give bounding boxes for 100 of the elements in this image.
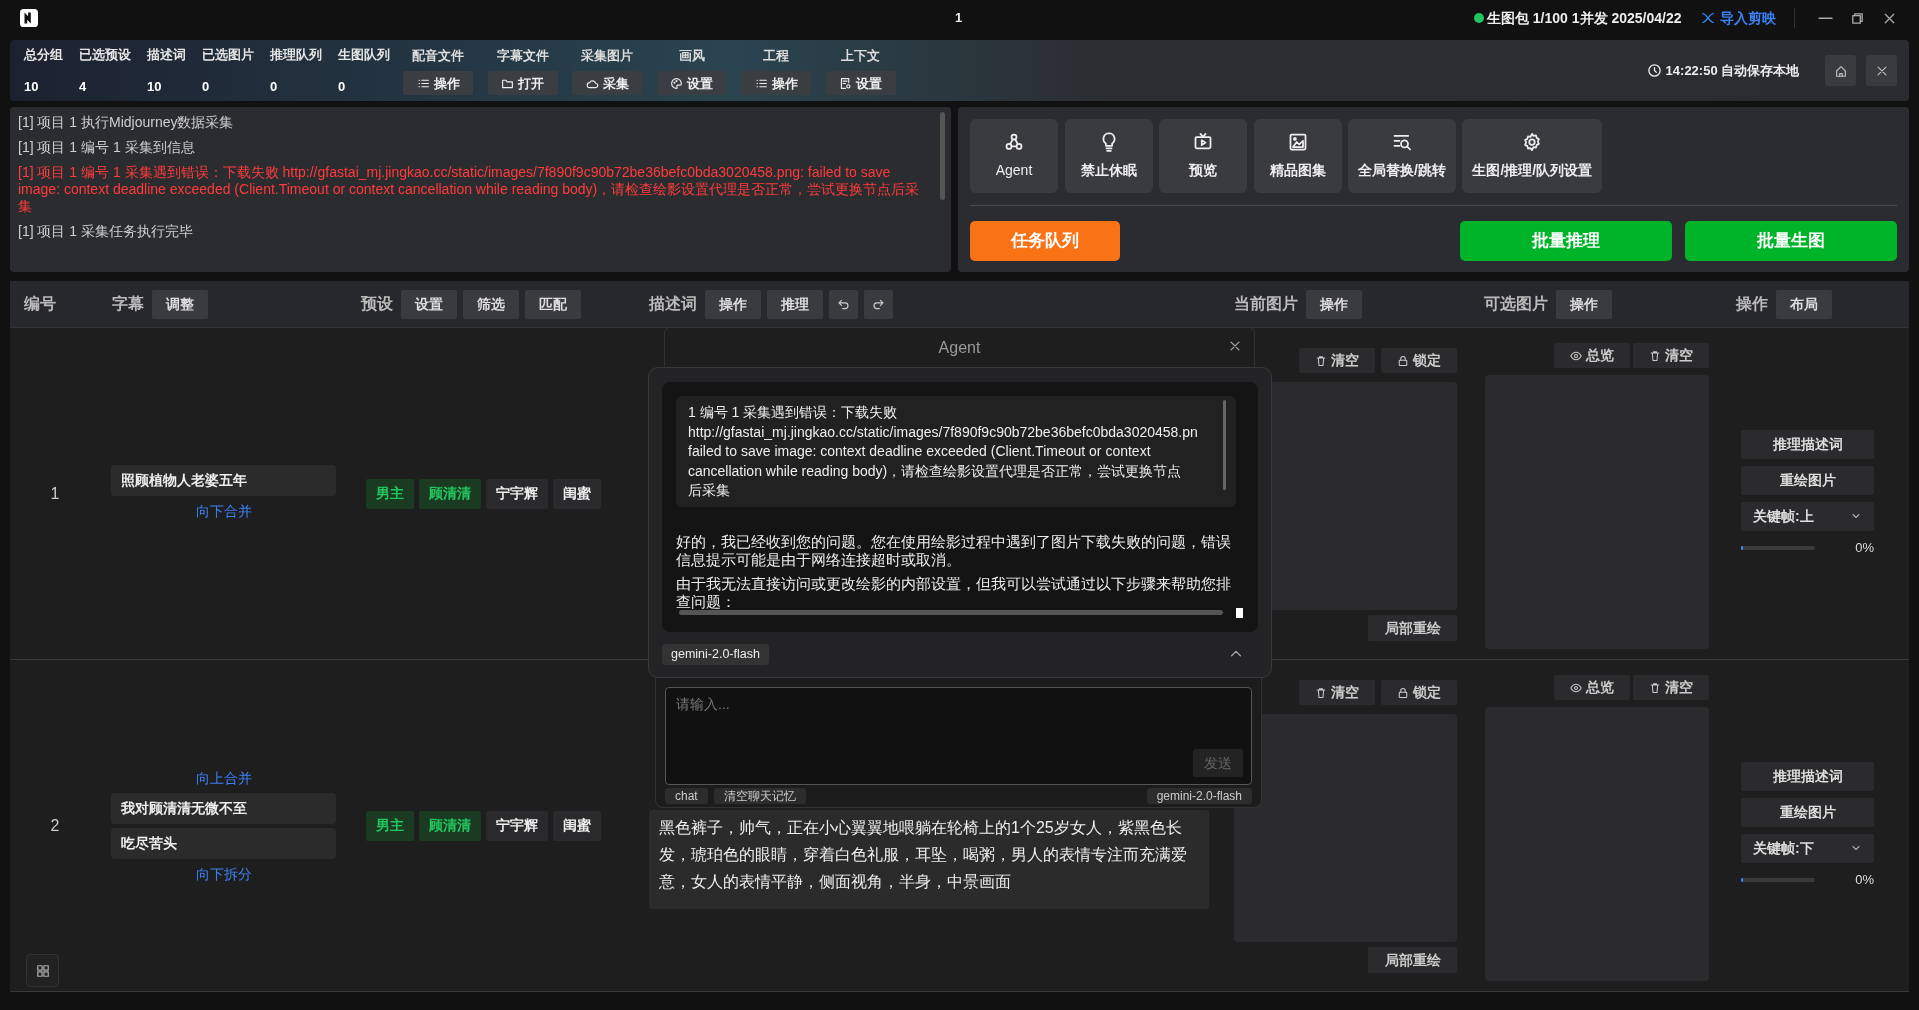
header-button[interactable]: 筛选 bbox=[463, 289, 519, 319]
group-button[interactable]: 操作 bbox=[403, 71, 474, 96]
close-icon bbox=[1228, 339, 1242, 353]
image-button[interactable]: 总览 bbox=[1553, 675, 1630, 700]
app-logo-icon bbox=[20, 9, 38, 27]
stat-value: 0 bbox=[270, 78, 279, 96]
row-number: 1 bbox=[50, 483, 60, 504]
group-label: 工程 bbox=[763, 46, 790, 65]
tool-button[interactable]: 精品图集 bbox=[1253, 119, 1342, 193]
header-button[interactable]: 操作 bbox=[1556, 289, 1612, 319]
subtitle-field[interactable]: 照顾植物人老婆五年 bbox=[111, 465, 336, 496]
image-button[interactable]: 清空 bbox=[1298, 680, 1375, 705]
preset-tag[interactable]: 闺蜜 bbox=[553, 810, 601, 841]
keyframe-dropdown[interactable]: 关键帧:上 bbox=[1741, 501, 1874, 531]
message-line: failed to save image: context deadline exceeded (Client.Timeout or context bbox=[688, 442, 1152, 461]
preset-tag[interactable]: 宁宇辉 bbox=[486, 810, 548, 841]
chat-tag[interactable]: chat bbox=[665, 788, 708, 804]
trash-icon bbox=[1649, 681, 1661, 694]
group-label: 字幕文件 bbox=[496, 46, 549, 65]
lock-icon bbox=[1397, 686, 1409, 699]
action-button[interactable]: 重绘图片 bbox=[1741, 465, 1874, 495]
message-line: http://gfastai_mj.jingkao.cc/static/images/7f890f9c90b72be36befc0bda3020458.pn bbox=[688, 422, 1199, 442]
tool-button[interactable]: Agent bbox=[970, 119, 1058, 193]
close-button[interactable] bbox=[1228, 339, 1242, 353]
trash-icon bbox=[1314, 686, 1327, 699]
subtitle-field[interactable]: 我对顾清清无微不至 bbox=[111, 792, 336, 824]
group-label: 采集图片 bbox=[581, 46, 634, 65]
grid-button[interactable] bbox=[26, 954, 59, 987]
header-button[interactable]: 调整 bbox=[152, 289, 208, 319]
keyframe-dropdown[interactable]: 关键帧:下 bbox=[1741, 833, 1874, 863]
tool-button[interactable]: 预览 bbox=[1159, 119, 1247, 193]
grid-icon bbox=[35, 963, 50, 978]
model-selector[interactable]: gemini-2.0-flash bbox=[662, 643, 769, 665]
image-button[interactable]: 清空 bbox=[1633, 675, 1709, 700]
reply-text: 由于我无法直接访问或更改绘影的内部设置，但我可以尝试通过以下步骤来帮助您排查问题： bbox=[676, 574, 1232, 612]
trash-icon bbox=[1649, 349, 1661, 362]
preset-tag[interactable]: 顾清清 bbox=[419, 478, 481, 509]
merge-link[interactable]: 向上合并 bbox=[111, 768, 336, 787]
image-button[interactable]: 锁定 bbox=[1381, 680, 1457, 705]
log-line: [1] 项目 1 编号 1 采集遇到错误：下载失败 http://gfastai_mj.jingkao.cc/static/images/7f890f9c90b72be36befc0bda3020458.png: failed to save image: context deadline exceeded (Client.Timeout or context cancellation while reading body)，请检查绘影设置代理是否正常，尝试更换节点后采集 bbox=[18, 164, 921, 215]
image-icon bbox=[1287, 131, 1308, 152]
palette-icon bbox=[670, 76, 684, 90]
subtitle-field[interactable]: 吃尽苦头 bbox=[111, 827, 336, 859]
header-button[interactable]: 操作 bbox=[1306, 289, 1362, 319]
header-button[interactable]: 匹配 bbox=[525, 289, 581, 319]
image-button[interactable]: 清空 bbox=[1633, 343, 1709, 368]
group-button[interactable]: 设置 bbox=[656, 71, 727, 96]
home-button[interactable] bbox=[1825, 55, 1857, 86]
undo-button[interactable] bbox=[829, 289, 858, 319]
tool-button[interactable]: 禁止休眠 bbox=[1064, 119, 1153, 193]
scrollbar[interactable] bbox=[940, 112, 945, 200]
import-link[interactable]: 导入剪映 bbox=[1701, 7, 1776, 29]
action-button[interactable]: 推理描述词 bbox=[1741, 429, 1874, 459]
group-label: 配音文件 bbox=[412, 46, 465, 65]
status-dot-icon bbox=[1473, 13, 1484, 23]
preset-tag[interactable]: 男主 bbox=[366, 478, 414, 509]
redo-button[interactable] bbox=[864, 289, 893, 319]
preset-tag[interactable]: 宁宇辉 bbox=[486, 478, 548, 509]
column-header: 描述词 bbox=[649, 294, 697, 314]
scrollbar[interactable] bbox=[1223, 400, 1226, 490]
redraw-button[interactable]: 局部重绘 bbox=[1368, 947, 1457, 973]
message-line: 1 编号 1 采集遇到错误：下载失败 bbox=[688, 403, 899, 422]
stat-label: 总分组 bbox=[24, 45, 63, 64]
merge-link[interactable]: 向下拆分 bbox=[111, 864, 336, 883]
group-button[interactable]: 操作 bbox=[741, 71, 812, 96]
scrollbar[interactable] bbox=[679, 610, 1223, 615]
home-icon bbox=[1833, 63, 1848, 78]
message-line: 后采集 bbox=[688, 481, 731, 500]
stat-value: 10 bbox=[147, 78, 163, 96]
chat-tag[interactable]: 清空聊天记忆 bbox=[714, 788, 807, 804]
log-line: [1] 项目 1 采集任务执行完毕 bbox=[18, 223, 195, 240]
column-header: 可选图片 bbox=[1484, 294, 1548, 314]
preset-tag[interactable]: 男主 bbox=[366, 810, 414, 841]
eye-icon bbox=[1569, 349, 1582, 362]
header-button[interactable]: 操作 bbox=[705, 289, 761, 319]
trash-icon bbox=[1314, 354, 1327, 367]
header-button[interactable]: 推理 bbox=[767, 289, 823, 319]
preset-tag[interactable]: 闺蜜 bbox=[553, 478, 601, 509]
action-button[interactable]: 推理描述词 bbox=[1741, 761, 1874, 791]
image-button[interactable]: 清空 bbox=[1298, 348, 1375, 373]
preset-tag[interactable]: 顾清清 bbox=[419, 810, 481, 841]
nodes-icon bbox=[1004, 131, 1024, 152]
header-button[interactable]: 布局 bbox=[1776, 289, 1832, 319]
image-button[interactable]: 总览 bbox=[1553, 343, 1630, 368]
tool-button[interactable]: 全局替换/跳转 bbox=[1348, 119, 1456, 193]
redraw-button[interactable]: 局部重绘 bbox=[1368, 615, 1457, 641]
group-label: 上下文 bbox=[841, 46, 881, 65]
scroll-handle[interactable] bbox=[1236, 608, 1243, 618]
group-button[interactable]: 打开 bbox=[487, 71, 558, 96]
group-button[interactable]: 设置 bbox=[825, 71, 896, 96]
group-label: 画风 bbox=[678, 46, 705, 65]
action-button[interactable]: 重绘图片 bbox=[1741, 797, 1874, 827]
tool-button[interactable]: 生图/推理/队列设置 bbox=[1462, 119, 1603, 193]
document-icon bbox=[839, 76, 853, 90]
group-button[interactable]: 采集 bbox=[572, 71, 643, 96]
image-button[interactable]: 锁定 bbox=[1381, 348, 1457, 373]
stat-label: 已选预设 bbox=[79, 45, 131, 64]
description-text[interactable]: 黑色裤子，帅气，正在小心翼翼地喂躺在轮椅上的1个25岁女人，紫黑色长发，琥珀色的眼睛，穿着白色礼服，耳坠，喝粥，男人的表情专注而充满爱意，女人的表情平静，侧面视角，半身，中景画面 bbox=[649, 810, 1209, 909]
header-button[interactable]: 设置 bbox=[401, 289, 457, 319]
merge-link[interactable]: 向下合并 bbox=[111, 502, 336, 520]
